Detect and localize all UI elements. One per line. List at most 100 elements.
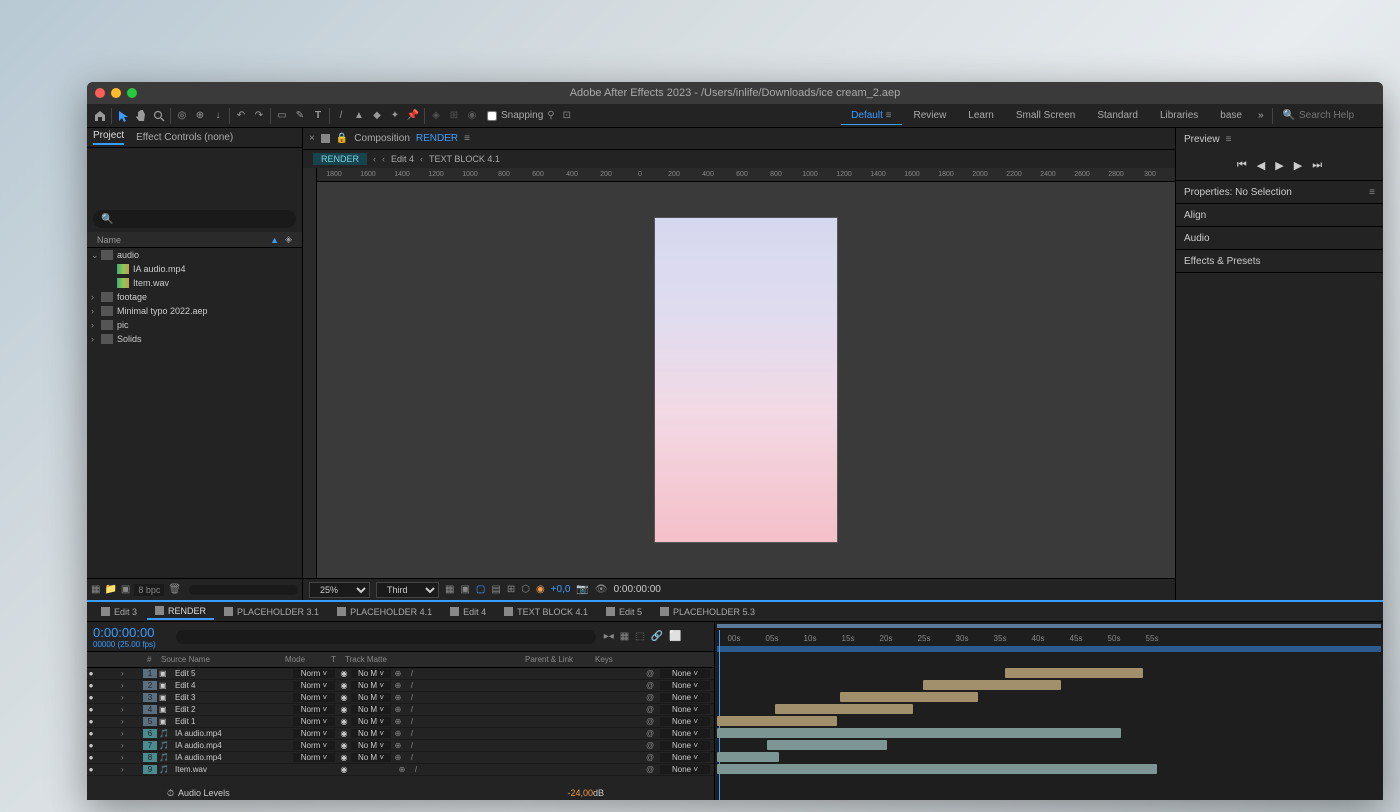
color-mgmt-icon[interactable]: ◉ [536,584,545,595]
parent-select[interactable]: None ˅ [660,729,710,738]
preserve-transparency-icon[interactable]: ⊕ [391,681,405,690]
track-matte-select[interactable]: No M ˅ [351,753,391,762]
new-comp-icon[interactable]: ▣ [121,584,130,595]
tab-project[interactable]: Project [93,130,124,145]
blend-mode-select[interactable]: Norm ˅ [293,741,335,750]
timeline-search[interactable] [176,630,596,644]
layer-name[interactable]: IA audio.mp4 [171,741,291,750]
track-matte-select[interactable]: No M ˅ [351,729,391,738]
work-area-bar[interactable] [717,646,1381,652]
layer-bar[interactable] [840,692,978,702]
timeline-tracks-area[interactable]: 00s05s10s15s20s25s30s35s40s45s50s55s [715,622,1383,800]
parent-select[interactable]: None ˅ [660,741,710,750]
parent-select[interactable]: None ˅ [660,705,710,714]
track-matte-select[interactable]: No M ˅ [351,741,391,750]
composition-preview[interactable] [655,218,837,542]
next-frame-icon[interactable]: ▶ [1294,159,1302,172]
project-item[interactable]: ⌄audio [87,248,302,262]
parent-pickwhip-icon[interactable]: @ [646,717,660,726]
col-t[interactable]: T [329,655,343,664]
workspace-tab-libraries[interactable]: Libraries [1150,107,1208,124]
timeline-tab[interactable]: TEXT BLOCK 4.1 [496,605,596,619]
project-item[interactable]: IA audio.mp4 [87,262,302,276]
home-icon[interactable] [91,107,109,125]
clone-stamp-tool-icon[interactable]: ▲ [350,107,368,125]
column-type-icon[interactable]: ◈ [285,234,292,245]
track-matte-toggle[interactable]: ◉ [337,717,351,726]
pen-tool-icon[interactable]: ✎ [291,107,309,125]
col-parent[interactable]: Parent & Link [523,655,593,664]
track-matte-toggle[interactable]: ◉ [337,741,351,750]
visibility-toggle-icon[interactable]: ● [87,753,95,762]
tab-effect-controls[interactable]: Effect Controls (none) [136,132,233,143]
mesh-icon[interactable]: ◈ [427,107,445,125]
prev-frame-icon[interactable]: ◀ [1257,159,1265,172]
blend-mode-select[interactable]: Norm ˅ [293,717,335,726]
col-keys[interactable]: Keys [593,655,633,664]
timeline-tab[interactable]: Edit 4 [442,605,494,619]
blend-mode-select[interactable]: Norm ˅ [293,705,335,714]
workspace-tab-base[interactable]: base [1210,107,1252,124]
align-panel-header[interactable]: Align [1176,204,1383,226]
audio-panel-header[interactable]: Audio [1176,227,1383,249]
workspace-overflow-icon[interactable]: » [1258,110,1264,121]
timeline-layer-row[interactable]: ●›1▣Edit 5Norm ˅◉No M ˅⊕/@None ˅ [87,668,714,680]
track-matte-toggle[interactable]: ◉ [337,693,351,702]
timeline-layer-row[interactable]: ●›5▣Edit 1Norm ˅◉No M ˅⊕/@None ˅ [87,716,714,728]
preserve-transparency-icon[interactable]: ⊕ [395,765,409,774]
timeline-timecode[interactable]: 0:00:00:00 [93,625,156,640]
breadcrumb-item[interactable]: TEXT BLOCK 4.1 [429,154,500,164]
panel-menu-icon[interactable]: ≡ [1369,187,1375,198]
workspace-tab-small-screen[interactable]: Small Screen [1006,107,1085,124]
blend-mode-select[interactable]: Norm ˅ [293,669,335,678]
layer-name[interactable]: Edit 4 [171,681,291,690]
switch-icon[interactable]: / [405,669,419,678]
hand-tool-icon[interactable] [132,107,150,125]
switch-icon[interactable]: / [405,717,419,726]
parent-select[interactable]: None ˅ [660,681,710,690]
project-item[interactable]: ›footage [87,290,302,304]
timeline-tab[interactable]: PLACEHOLDER 5.3 [652,605,763,619]
maximize-window-button[interactable] [127,88,137,98]
layer-bar[interactable] [717,752,779,762]
track-matte-toggle[interactable]: ◉ [337,729,351,738]
grid-icon[interactable]: ⊞ [445,107,463,125]
workspace-tab-standard[interactable]: Standard [1087,107,1148,124]
visibility-toggle-icon[interactable]: ● [87,741,95,750]
layer-name[interactable]: IA audio.mp4 [171,729,291,738]
audio-levels-value[interactable]: -24,00 [567,788,593,798]
switch-icon[interactable]: / [405,753,419,762]
frame-blend-icon[interactable]: 🔗 [651,631,663,642]
timeline-tab[interactable]: PLACEHOLDER 4.1 [329,605,440,619]
rectangle-tool-icon[interactable]: ▭ [273,107,291,125]
interpret-footage-icon[interactable]: ▦ [91,584,100,595]
timeline-layer-row[interactable]: ●›7🎵IA audio.mp4Norm ˅◉No M ˅⊕/@None ˅ [87,740,714,752]
resolution-select[interactable]: Third [376,582,439,598]
layer-bar[interactable] [1005,668,1143,678]
parent-select[interactable]: None ˅ [660,669,710,678]
pan-behind-tool-icon[interactable]: ⊕ [191,107,209,125]
visibility-toggle-icon[interactable]: ● [87,765,95,774]
parent-pickwhip-icon[interactable]: @ [646,765,660,774]
timeline-tab[interactable]: Edit 3 [93,605,145,619]
switch-icon[interactable]: / [405,681,419,690]
minimize-window-button[interactable] [111,88,121,98]
parent-pickwhip-icon[interactable]: @ [646,705,660,714]
col-track-matte[interactable]: Track Matte [343,655,403,664]
project-search[interactable]: 🔍 [93,210,296,228]
first-frame-icon[interactable]: ⏮ [1237,159,1247,172]
timeline-layer-row[interactable]: ●›3▣Edit 3Norm ˅◉No M ˅⊕/@None ˅ [87,692,714,704]
transparency-grid-icon[interactable]: ▦ [445,584,454,595]
track-matte-toggle[interactable]: ◉ [337,681,351,690]
project-item[interactable]: ›pic [87,318,302,332]
preview-timecode[interactable]: 0:00:00:00 [614,584,661,595]
exposure-value[interactable]: +0,0 [551,584,571,595]
switch-icon[interactable]: / [405,705,419,714]
track-matte-select[interactable]: No M ˅ [351,693,391,702]
timeline-layer-row[interactable]: ●›6🎵IA audio.mp4Norm ˅◉No M ˅⊕/@None ˅ [87,728,714,740]
parent-select[interactable]: None ˅ [660,765,710,774]
sort-indicator-icon[interactable]: ▲ [270,235,279,245]
snapshot-icon[interactable]: 📷 [576,584,588,595]
close-window-button[interactable] [95,88,105,98]
visibility-toggle-icon[interactable]: ● [87,681,95,690]
